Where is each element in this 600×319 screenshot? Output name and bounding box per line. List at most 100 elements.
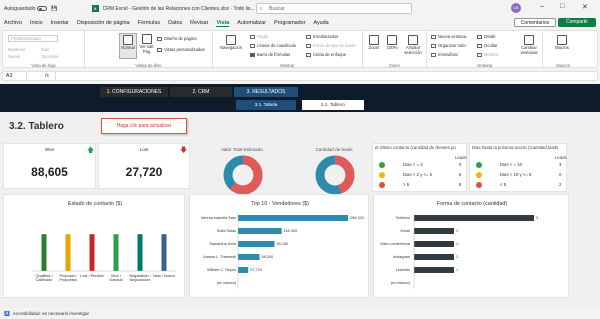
- excel-logo-icon: X: [91, 5, 99, 12]
- tab-resultados[interactable]: 3. RESULTADOS: [234, 87, 298, 97]
- keep-button[interactable]: Mantener: [8, 47, 26, 52]
- gridlines-checkbox[interactable]: Líneas de cuadrícula: [250, 43, 296, 48]
- group-label: Vistas de libro: [135, 63, 162, 68]
- minimize-icon[interactable]: –: [540, 3, 544, 10]
- contact-form-category-label: Instagram: [393, 254, 410, 259]
- share-button[interactable]: Compartir: [558, 18, 596, 27]
- page-layout-button[interactable]: Diseño de página: [157, 36, 197, 41]
- switch-windows-icon: [524, 35, 534, 45]
- autosave-toggle[interactable]: [37, 6, 48, 11]
- close-icon[interactable]: ✕: [582, 3, 588, 11]
- subtab-tablero[interactable]: 3.2. Tablero: [302, 100, 364, 110]
- navigation-button[interactable]: Navegación: [217, 35, 245, 51]
- kpi-lost-value: 27,720: [125, 165, 163, 179]
- group-ventana: Nueva ventana Organizar todo Inmovilizar…: [427, 31, 543, 69]
- comments-button[interactable]: Comentarios: [514, 18, 556, 27]
- hide-button[interactable]: Ocultar: [477, 43, 498, 48]
- freeze-panes-button[interactable]: Inmovilizar: [431, 52, 458, 57]
- donut-leads-label: Cantidad de leads: [315, 147, 353, 152]
- contact-form-category-label: Email: [400, 228, 411, 233]
- contact-form-value-label: 3: [536, 215, 539, 220]
- fx-icon[interactable]: fx: [45, 73, 49, 79]
- headings-checkbox[interactable]: Encabezados: [306, 34, 338, 39]
- zoom-selection-icon: [408, 35, 418, 45]
- menu-insertar[interactable]: Insertar: [51, 20, 69, 26]
- new-window-button[interactable]: Nueva ventana: [431, 34, 466, 39]
- menu-revisar[interactable]: Revisar: [190, 20, 208, 26]
- menu-archivo[interactable]: Archivo: [4, 20, 22, 26]
- donut-total-label: Valor Total Estimado: [221, 147, 263, 152]
- menu-fórmulas[interactable]: Fórmulas: [138, 20, 160, 26]
- next-action-table: Dias hasta la próxima acción (Cantidad,l…: [469, 143, 567, 192]
- options-button[interactable]: Opciones: [41, 54, 59, 59]
- page-break-button[interactable]: Ver salt. Pág.: [139, 34, 155, 54]
- donut-total-chart: [223, 155, 263, 195]
- ruler-checkbox[interactable]: Regla: [250, 34, 268, 39]
- group-label: Ventana: [476, 63, 493, 68]
- vendor-bar: [238, 267, 249, 273]
- menu-datos[interactable]: Datos: [168, 20, 182, 26]
- status-bar: ♿ Accesibilidad: es necesario investigar: [0, 308, 600, 319]
- menu-disposición-de-página[interactable]: Disposición de página: [77, 20, 130, 26]
- kpi-won-label: Won: [44, 147, 55, 152]
- next-action-status-dot-icon: [476, 182, 482, 188]
- accessibility-status[interactable]: Accesibilidad: es necesario investigar: [13, 311, 89, 316]
- refresh-button[interactable]: Haga clic para actualizar: [101, 118, 187, 134]
- search-input[interactable]: ⌕ Buscar: [256, 3, 412, 14]
- last-contact-row-label: > 5: [403, 182, 410, 187]
- next-action-col: Leads: [555, 155, 567, 160]
- menu-bar: Archivo Inicio Insertar Disposición de pági…: [0, 17, 600, 29]
- zoom-100-icon: [387, 35, 397, 45]
- vendor-bar: [238, 241, 275, 247]
- tab-crm[interactable]: 2. CRM: [170, 87, 232, 97]
- status-category-label: Proposal / Propuesta: [59, 274, 77, 283]
- menu-automatizar[interactable]: Automatizar: [237, 20, 266, 26]
- window-title: CRM Excel - Gestión de las Relaciones co…: [102, 5, 255, 12]
- page-title: 3.2. Tablero: [9, 121, 64, 132]
- subtab-tabela[interactable]: 3.1. Tabela: [236, 100, 296, 110]
- sheet-view-dropdown[interactable]: Predeterminado: [8, 35, 58, 42]
- menu-inicio[interactable]: Inicio: [30, 20, 43, 26]
- exit-button[interactable]: Salir: [41, 47, 49, 52]
- zoom-icon: [369, 35, 379, 45]
- macros-button[interactable]: Macros: [551, 35, 573, 51]
- focus-checkbox[interactable]: Focus de tipo de datos: [306, 43, 355, 48]
- next-action-row-label: Dias < 10 y >= 5: [500, 172, 532, 177]
- tab-configuraciones[interactable]: 1. CONFIGURACIONES: [100, 87, 168, 97]
- normal-view-button[interactable]: Normal: [119, 33, 137, 59]
- menu-programador[interactable]: Programador: [274, 20, 305, 26]
- zoom-selection-button[interactable]: Ampliar selección: [402, 35, 424, 55]
- unhide-button[interactable]: Mostrar: [477, 52, 498, 57]
- arrow-up-icon: 🡅: [87, 147, 95, 154]
- maximize-icon[interactable]: □: [560, 3, 564, 10]
- group-mostrar: Navegación Regla Líneas de cuadrícula Ba…: [213, 31, 363, 69]
- new-view-button[interactable]: Nueva: [8, 54, 20, 59]
- donut-leads-chart: [315, 155, 355, 195]
- status-category-label: Won / Ganado: [109, 274, 123, 283]
- contact-form-bar: [414, 254, 454, 260]
- arrange-all-button[interactable]: Organizar todo: [431, 43, 466, 48]
- group-vista-hoja: Predeterminado Mantener Salir Nueva Opci…: [3, 31, 85, 69]
- last-contact-status-dot-icon: [379, 182, 385, 188]
- kpi-won-card: Won 🡅 88,605: [3, 143, 96, 189]
- next-action-row-label: Dias > = 10: [500, 162, 522, 167]
- zoom-button[interactable]: Zoom: [366, 35, 382, 51]
- name-box[interactable]: A3: [3, 72, 27, 80]
- split-button[interactable]: Dividir: [477, 34, 496, 39]
- custom-views-button[interactable]: Vistas personalizadas: [157, 47, 205, 52]
- contact-form-category-label: Teléfono: [395, 215, 410, 220]
- accessibility-icon[interactable]: ♿: [4, 311, 10, 317]
- switch-windows-button[interactable]: Cambiar ventanas: [517, 35, 541, 55]
- menu-ayuda[interactable]: Ayuda: [313, 20, 328, 26]
- avatar[interactable]: LB: [511, 3, 521, 13]
- formula-input[interactable]: [54, 72, 597, 80]
- menu-vista[interactable]: Vista: [216, 20, 230, 27]
- contact-form-value-label: 1: [456, 228, 459, 233]
- status-category-label: Negotiation / Negociación: [129, 274, 151, 283]
- save-icon[interactable]: 💾: [51, 6, 57, 12]
- zoom-100-button[interactable]: 100%: [384, 35, 400, 51]
- next-action-status-dot-icon: [476, 162, 482, 168]
- contact-form-category-label: LinkedIn: [395, 267, 410, 272]
- focus-cell-button[interactable]: Celda de enfoque: [306, 52, 346, 57]
- formula-bar-checkbox[interactable]: Barra de fórmulas: [250, 52, 290, 57]
